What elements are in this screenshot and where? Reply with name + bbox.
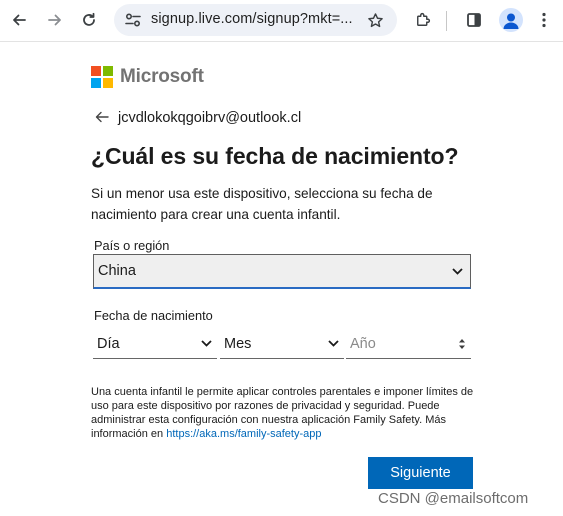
back-arrow-icon[interactable]: [95, 110, 113, 127]
month-select[interactable]: Mes: [220, 329, 344, 359]
url-text[interactable]: signup.live.com/signup?mkt=...: [151, 11, 353, 27]
toolbar-divider: [446, 11, 447, 31]
tune-icon[interactable]: [123, 10, 143, 30]
star-icon[interactable]: [364, 9, 386, 31]
puzzle-icon[interactable]: [410, 7, 436, 33]
brand-name: Microsoft: [120, 66, 204, 87]
browser-toolbar: signup.live.com/signup?mkt=...: [0, 0, 563, 42]
country-value: China: [98, 263, 136, 279]
chevron-down-icon: [199, 337, 213, 351]
country-select[interactable]: China: [93, 254, 471, 289]
birthdate-label: Fecha de nacimiento: [94, 308, 213, 323]
arrow-left-icon[interactable]: [6, 7, 32, 33]
next-button[interactable]: Siguiente: [368, 457, 473, 489]
year-input[interactable]: Año: [346, 329, 471, 359]
chevron-down-icon: [326, 337, 340, 351]
day-select[interactable]: Día: [93, 329, 217, 359]
identity-banner[interactable]: jcvdlokokqgoibrv@outlook.cl: [95, 108, 301, 128]
account-email: jcvdlokokqgoibrv@outlook.cl: [118, 110, 302, 126]
arrow-right-icon[interactable]: [42, 7, 68, 33]
watermark-text: CSDN @emailsoftcom: [378, 490, 529, 507]
chevron-down-icon: [450, 264, 464, 278]
stepper-icon[interactable]: [457, 337, 467, 351]
month-select-value: Mes: [224, 335, 252, 352]
kebab-menu-icon[interactable]: [531, 7, 557, 33]
page-title: ¿Cuál es su fecha de nacimiento?: [91, 143, 459, 169]
reload-icon[interactable]: [76, 7, 102, 33]
person-icon[interactable]: [499, 8, 523, 32]
page-description: Si un menor usa este dispositivo, selecc…: [91, 186, 433, 222]
address-bar[interactable]: signup.live.com/signup?mkt=...: [114, 4, 397, 36]
family-safety-link[interactable]: https://aka.ms/family-safety-app: [166, 428, 321, 440]
microsoft-logo-icon: [91, 66, 113, 88]
side-panel-icon[interactable]: [461, 7, 487, 33]
child-account-disclaimer: Una cuenta infantil le permite aplicar c…: [91, 385, 481, 441]
country-label: País o región: [94, 238, 170, 253]
day-select-value: Día: [97, 335, 120, 352]
year-placeholder: Año: [350, 335, 376, 352]
